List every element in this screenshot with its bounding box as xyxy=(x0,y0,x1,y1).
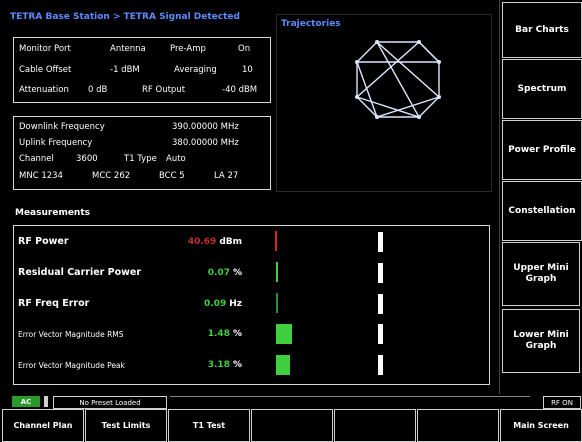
channel-plan-button[interactable]: Channel Plan xyxy=(2,409,84,442)
rf-output-label: RF Output xyxy=(142,85,186,95)
downlink-value: 390.00000 MHz xyxy=(172,122,239,132)
preset-status: No Preset Loaded xyxy=(53,396,167,409)
function-key-4[interactable] xyxy=(251,409,333,442)
attenuation-value: 0 dB xyxy=(88,85,108,95)
lower-mini-graph-button[interactable]: Lower Mini Graph xyxy=(502,309,580,373)
status-separator xyxy=(44,396,48,407)
channel-label: Channel xyxy=(19,154,54,164)
channel-value: 3600 xyxy=(76,154,98,164)
main-screen-button[interactable]: Main Screen xyxy=(500,409,582,442)
function-key-5[interactable] xyxy=(334,409,416,442)
attenuation-label: Attenuation xyxy=(19,85,69,95)
residual-carrier-limit-marker xyxy=(378,263,383,283)
uplink-value: 380.00000 MHz xyxy=(172,138,239,148)
la-value: LA 27 xyxy=(214,171,239,181)
measurement-label: RF Freq Error xyxy=(18,298,90,309)
mnc-value: MNC 1234 xyxy=(19,171,63,181)
rf-power-limit-marker xyxy=(378,232,383,252)
frequency-panel: Downlink Frequency 390.00000 MHz Uplink … xyxy=(13,116,271,190)
evm-peak-limit-marker xyxy=(378,355,383,375)
cable-offset-label: Cable Offset xyxy=(19,65,72,75)
bar-charts-button[interactable]: Bar Charts xyxy=(502,2,582,58)
spectrum-button[interactable]: Spectrum xyxy=(502,59,582,119)
monitor-port-label: Monitor Port xyxy=(19,44,71,54)
status-line xyxy=(170,396,530,408)
averaging-value: 10 xyxy=(242,65,253,75)
preamp-value: On xyxy=(238,44,251,54)
downlink-label: Downlink Frequency xyxy=(19,122,105,132)
function-key-6[interactable] xyxy=(417,409,499,442)
measurement-label: RF Power xyxy=(18,236,69,247)
measurement-value: 40.69 dBm xyxy=(187,237,242,247)
measurements-title: Measurements xyxy=(15,208,90,218)
rf-output-value: -40 dBM xyxy=(222,85,258,95)
measurement-value: 0.09 Hz xyxy=(204,299,242,309)
measurement-value: 0.07% xyxy=(207,268,242,278)
rf-status: RF ON xyxy=(543,396,581,409)
mcc-value: MCC 262 xyxy=(92,171,131,181)
evm-rms-bar xyxy=(276,324,292,344)
cable-offset-value: -1 dBM xyxy=(110,65,140,75)
uplink-label: Uplink Frequency xyxy=(19,138,93,148)
evm-peak-bar xyxy=(276,355,290,375)
measurement-label: Error Vector Magnitude RMS xyxy=(18,330,124,339)
measurement-value: 1.48% xyxy=(207,329,242,339)
config-panel: Monitor Port Antenna Pre-Amp On Cable Of… xyxy=(13,37,271,103)
t1-type-label: T1 Type xyxy=(124,154,157,164)
measurement-label: Residual Carrier Power xyxy=(18,267,142,278)
trajectory-plot xyxy=(355,40,441,119)
freq-error-bar xyxy=(276,293,278,313)
t1-test-button[interactable]: T1 Test xyxy=(168,409,250,442)
monitor-port-value: Antenna xyxy=(110,44,146,54)
freq-error-limit-marker xyxy=(378,294,383,314)
residual-carrier-bar xyxy=(276,262,278,282)
measurement-label: Error Vector Magnitude Peak xyxy=(18,361,125,370)
measurement-value: 3.18% xyxy=(207,360,242,370)
trajectories-panel: Trajectories xyxy=(276,14,492,192)
upper-mini-graph-button[interactable]: Upper Mini Graph xyxy=(502,242,580,306)
t1-type-value: Auto xyxy=(166,154,186,164)
rf-power-level-bar xyxy=(275,231,277,251)
page-title: TETRA Base Station > TETRA Signal Detect… xyxy=(10,12,240,22)
preamp-label: Pre-Amp xyxy=(170,44,206,54)
averaging-label: Averaging xyxy=(174,65,217,75)
power-profile-button[interactable]: Power Profile xyxy=(502,120,582,180)
evm-rms-limit-marker xyxy=(378,324,383,344)
ac-indicator: AC xyxy=(12,396,40,407)
bcc-value: BCC 5 xyxy=(159,171,185,181)
test-limits-button[interactable]: Test Limits xyxy=(85,409,167,442)
constellation-button[interactable]: Constellation xyxy=(502,181,582,241)
